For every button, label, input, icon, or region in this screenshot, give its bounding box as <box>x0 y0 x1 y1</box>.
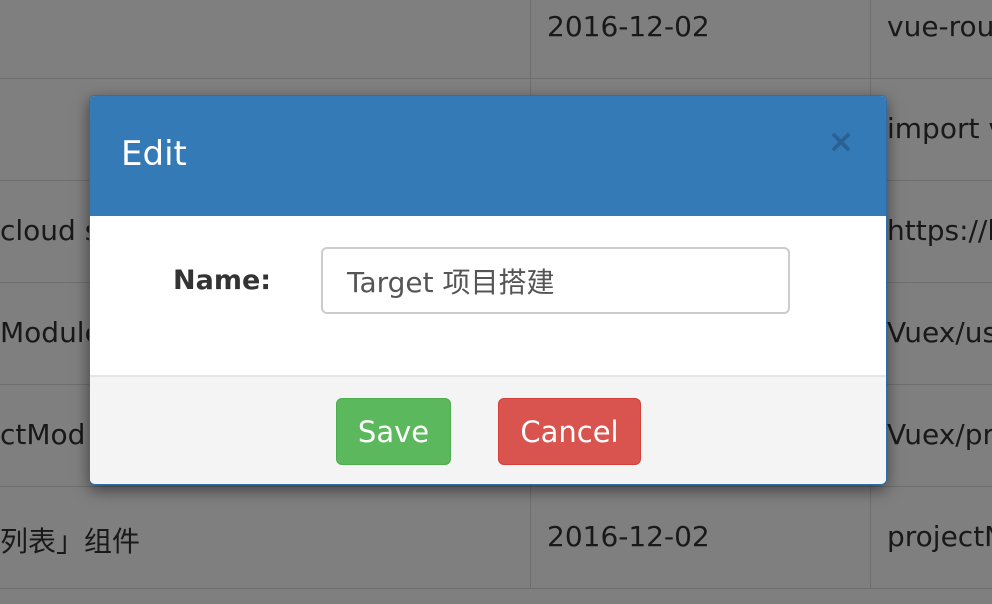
dialog-header: Edit × <box>90 96 886 216</box>
dialog-footer: Save Cancel <box>90 375 886 484</box>
dialog-body: Name: <box>90 216 886 375</box>
cancel-button[interactable]: Cancel <box>498 398 641 465</box>
close-icon[interactable]: × <box>826 125 856 157</box>
edit-dialog: Edit × Name: Save Cancel <box>89 95 887 485</box>
dialog-title: Edit <box>121 134 187 174</box>
name-label: Name: <box>173 265 272 296</box>
name-input[interactable] <box>321 247 790 314</box>
save-button[interactable]: Save <box>336 398 451 465</box>
